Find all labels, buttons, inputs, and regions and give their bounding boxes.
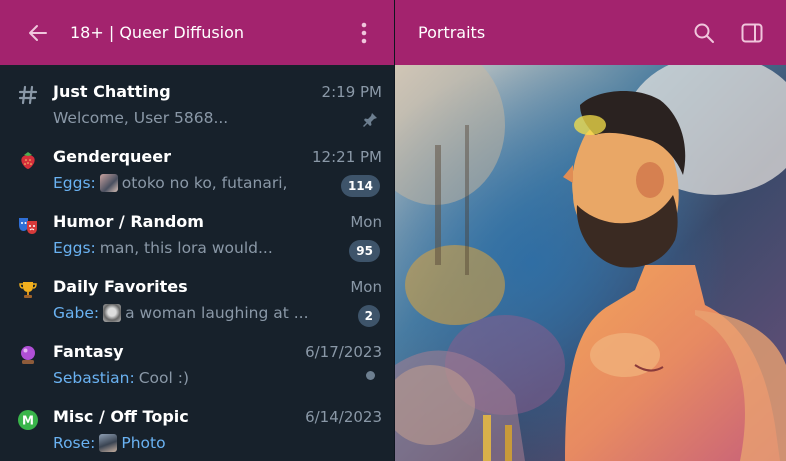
preview-text: Welcome, User 5868... xyxy=(53,109,229,127)
media-thumbnail xyxy=(99,434,118,452)
search-icon xyxy=(694,23,714,43)
hash-icon xyxy=(17,84,39,106)
preview-text: man, this lora would... xyxy=(99,239,273,257)
arrow-left-icon xyxy=(29,24,47,41)
search-button[interactable] xyxy=(692,21,716,45)
preview-sender: Eggs: xyxy=(53,174,96,192)
topic-item-humor-random[interactable]: Humor / Random Mon Eggs: man, this lora … xyxy=(0,195,394,262)
topic-preview: Rose: Photo xyxy=(53,434,343,452)
strawberry-icon xyxy=(17,149,39,171)
topic-time: 2:19 PM xyxy=(321,83,382,101)
chat-title: 18+ | Queer Diffusion xyxy=(70,23,245,42)
preview-text: Cool :) xyxy=(138,369,190,387)
topic-time: 6/14/2023 xyxy=(305,408,382,426)
unread-count-badge: 2 xyxy=(357,305,380,327)
watercolor-portrait-image xyxy=(395,65,786,461)
topic-header: Portraits xyxy=(395,0,786,65)
preview-sender: Rose: xyxy=(53,434,96,452)
sidebar-panel-icon xyxy=(741,23,763,42)
svg-text:M: M xyxy=(22,414,34,428)
unread-dot xyxy=(366,371,375,380)
preview-text: a woman laughing at ... xyxy=(125,304,309,322)
more-vertical-icon xyxy=(361,22,367,43)
topic-list: Just Chatting 2:19 PM Welcome, User 5868… xyxy=(0,65,394,461)
preview-sender: Gabe: xyxy=(53,304,100,322)
topic-time: 12:21 PM xyxy=(312,148,382,166)
portrait-image[interactable] xyxy=(395,65,786,461)
preview-sender: Sebastian: xyxy=(53,369,135,387)
toggle-sidebar-button[interactable] xyxy=(740,21,764,45)
unread-count-badge: 114 xyxy=(340,175,380,197)
topic-name: Genderqueer xyxy=(53,147,172,166)
media-thumbnail xyxy=(99,174,118,192)
topic-item-fantasy[interactable]: Fantasy 6/17/2023 Sebastian: Cool :) xyxy=(0,325,394,390)
topic-item-just-chatting[interactable]: Just Chatting 2:19 PM Welcome, User 5868… xyxy=(0,65,394,130)
chat-header: 18+ | Queer Diffusion xyxy=(0,0,394,65)
more-options-button[interactable] xyxy=(352,21,376,45)
topic-name: Just Chatting xyxy=(53,82,171,101)
topic-name: Fantasy xyxy=(53,342,124,361)
topic-time: Mon xyxy=(350,278,382,296)
topic-time: 6/17/2023 xyxy=(305,343,382,361)
topic-time: Mon xyxy=(350,213,382,231)
topic-item-genderqueer[interactable]: Genderqueer 12:21 PM Eggs: otoko no ko, … xyxy=(0,130,394,197)
topic-preview: Eggs: otoko no ko, futanari, xyxy=(53,174,343,192)
unread-count-badge: 95 xyxy=(349,240,380,262)
topic-item-daily-favorites[interactable]: Daily Favorites Mon Gabe: a woman laughi… xyxy=(0,260,394,327)
preview-text: Photo xyxy=(121,434,166,452)
preview-text: otoko no ko, futanari, xyxy=(121,174,288,192)
theater-masks-icon xyxy=(17,214,39,236)
topic-item-misc-off-topic[interactable]: M Misc / Off Topic 6/14/2023 Rose: Photo xyxy=(0,390,394,455)
topic-name: Daily Favorites xyxy=(53,277,188,296)
crystal-ball-icon xyxy=(17,344,39,366)
preview-sender: Eggs: xyxy=(53,239,96,257)
pin-icon xyxy=(363,113,377,127)
topic-preview: Welcome, User 5868... xyxy=(53,109,343,127)
trophy-icon xyxy=(17,279,39,301)
topic-name: Humor / Random xyxy=(53,212,204,231)
topic-preview: Sebastian: Cool :) xyxy=(53,369,343,387)
back-button[interactable] xyxy=(26,21,50,45)
topic-preview: Eggs: man, this lora would... xyxy=(53,239,343,257)
topic-preview: Gabe: a woman laughing at ... xyxy=(53,304,343,322)
topic-name: Misc / Off Topic xyxy=(53,407,189,426)
m-badge-icon: M xyxy=(17,409,39,431)
media-thumbnail xyxy=(103,304,122,322)
topic-title: Portraits xyxy=(418,23,486,42)
